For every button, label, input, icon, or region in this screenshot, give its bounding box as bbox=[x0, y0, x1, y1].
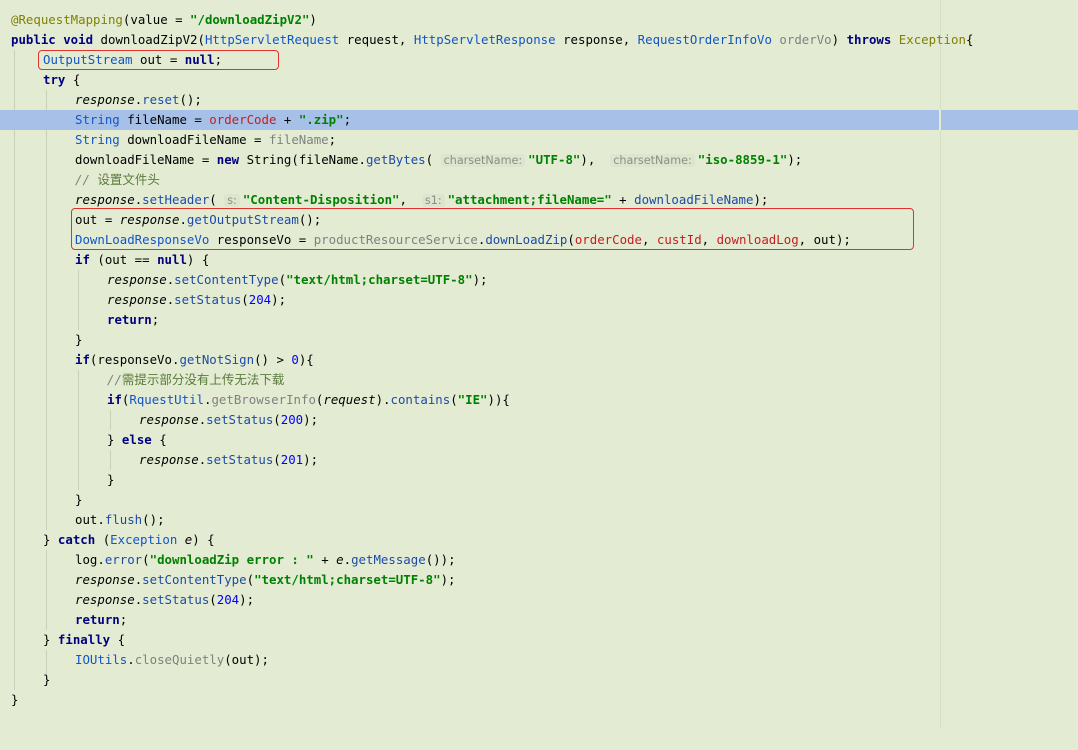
code-line[interactable]: } bbox=[0, 330, 1078, 350]
code-line[interactable]: response.setContentType("text/html;chars… bbox=[0, 570, 1078, 590]
code-line[interactable]: } bbox=[0, 690, 1078, 710]
param-hint: s1: bbox=[421, 194, 445, 207]
code-line[interactable]: } bbox=[0, 670, 1078, 690]
param-hint: s: bbox=[224, 194, 240, 207]
code-line[interactable]: if(responseVo.getNotSign() > 0){ bbox=[0, 350, 1078, 370]
code-line[interactable]: @RequestMapping(value = "/downloadZipV2"… bbox=[0, 10, 1078, 30]
param-hint: charsetName: bbox=[610, 154, 695, 167]
code-line[interactable]: if(RquestUtil.getBrowserInfo(request).co… bbox=[0, 390, 1078, 410]
code-line[interactable]: response.setStatus(201); bbox=[0, 450, 1078, 470]
code-line[interactable]: public void downloadZipV2(HttpServletReq… bbox=[0, 30, 1078, 50]
code-line[interactable]: } catch (Exception e) { bbox=[0, 530, 1078, 550]
annotation-box bbox=[38, 50, 279, 70]
param-hint: charsetName: bbox=[440, 154, 526, 167]
annotation-box bbox=[71, 208, 914, 250]
code-line[interactable]: response.setContentType("text/html;chars… bbox=[0, 270, 1078, 290]
code-line[interactable]: } bbox=[0, 490, 1078, 510]
code-line[interactable]: try { bbox=[0, 70, 1078, 90]
code-line[interactable]: return; bbox=[0, 610, 1078, 630]
code-line[interactable]: // 设置文件头 bbox=[0, 170, 1078, 190]
code-line[interactable]: downloadFileName = new String(fileName.g… bbox=[0, 150, 1078, 170]
code-line[interactable]: response.setHeader( s: "Content-Dispositi… bbox=[0, 190, 1078, 210]
code-line[interactable]: if (out == null) { bbox=[0, 250, 1078, 270]
code-line[interactable]: out.flush(); bbox=[0, 510, 1078, 530]
code-line[interactable]: response.setStatus(200); bbox=[0, 410, 1078, 430]
code-line-highlighted[interactable]: String fileName = orderCode + ".zip"; bbox=[0, 110, 1078, 130]
code-line[interactable]: } else { bbox=[0, 430, 1078, 450]
code-line[interactable]: IOUtils.closeQuietly(out); bbox=[0, 650, 1078, 670]
code-line[interactable]: } bbox=[0, 470, 1078, 490]
code-editor[interactable]: @RequestMapping(value = "/downloadZipV2"… bbox=[0, 0, 1078, 728]
code-line[interactable]: response.setStatus(204); bbox=[0, 290, 1078, 310]
code-line[interactable]: String downloadFileName = fileName; bbox=[0, 130, 1078, 150]
code-line[interactable]: log.error("downloadZip error : " + e.get… bbox=[0, 550, 1078, 570]
code-line[interactable]: response.setStatus(204); bbox=[0, 590, 1078, 610]
code-line[interactable]: //需提示部分没有上传无法下载 bbox=[0, 370, 1078, 390]
code-line[interactable]: } finally { bbox=[0, 630, 1078, 650]
code-line[interactable]: response.reset(); bbox=[0, 90, 1078, 110]
code-line[interactable]: return; bbox=[0, 310, 1078, 330]
